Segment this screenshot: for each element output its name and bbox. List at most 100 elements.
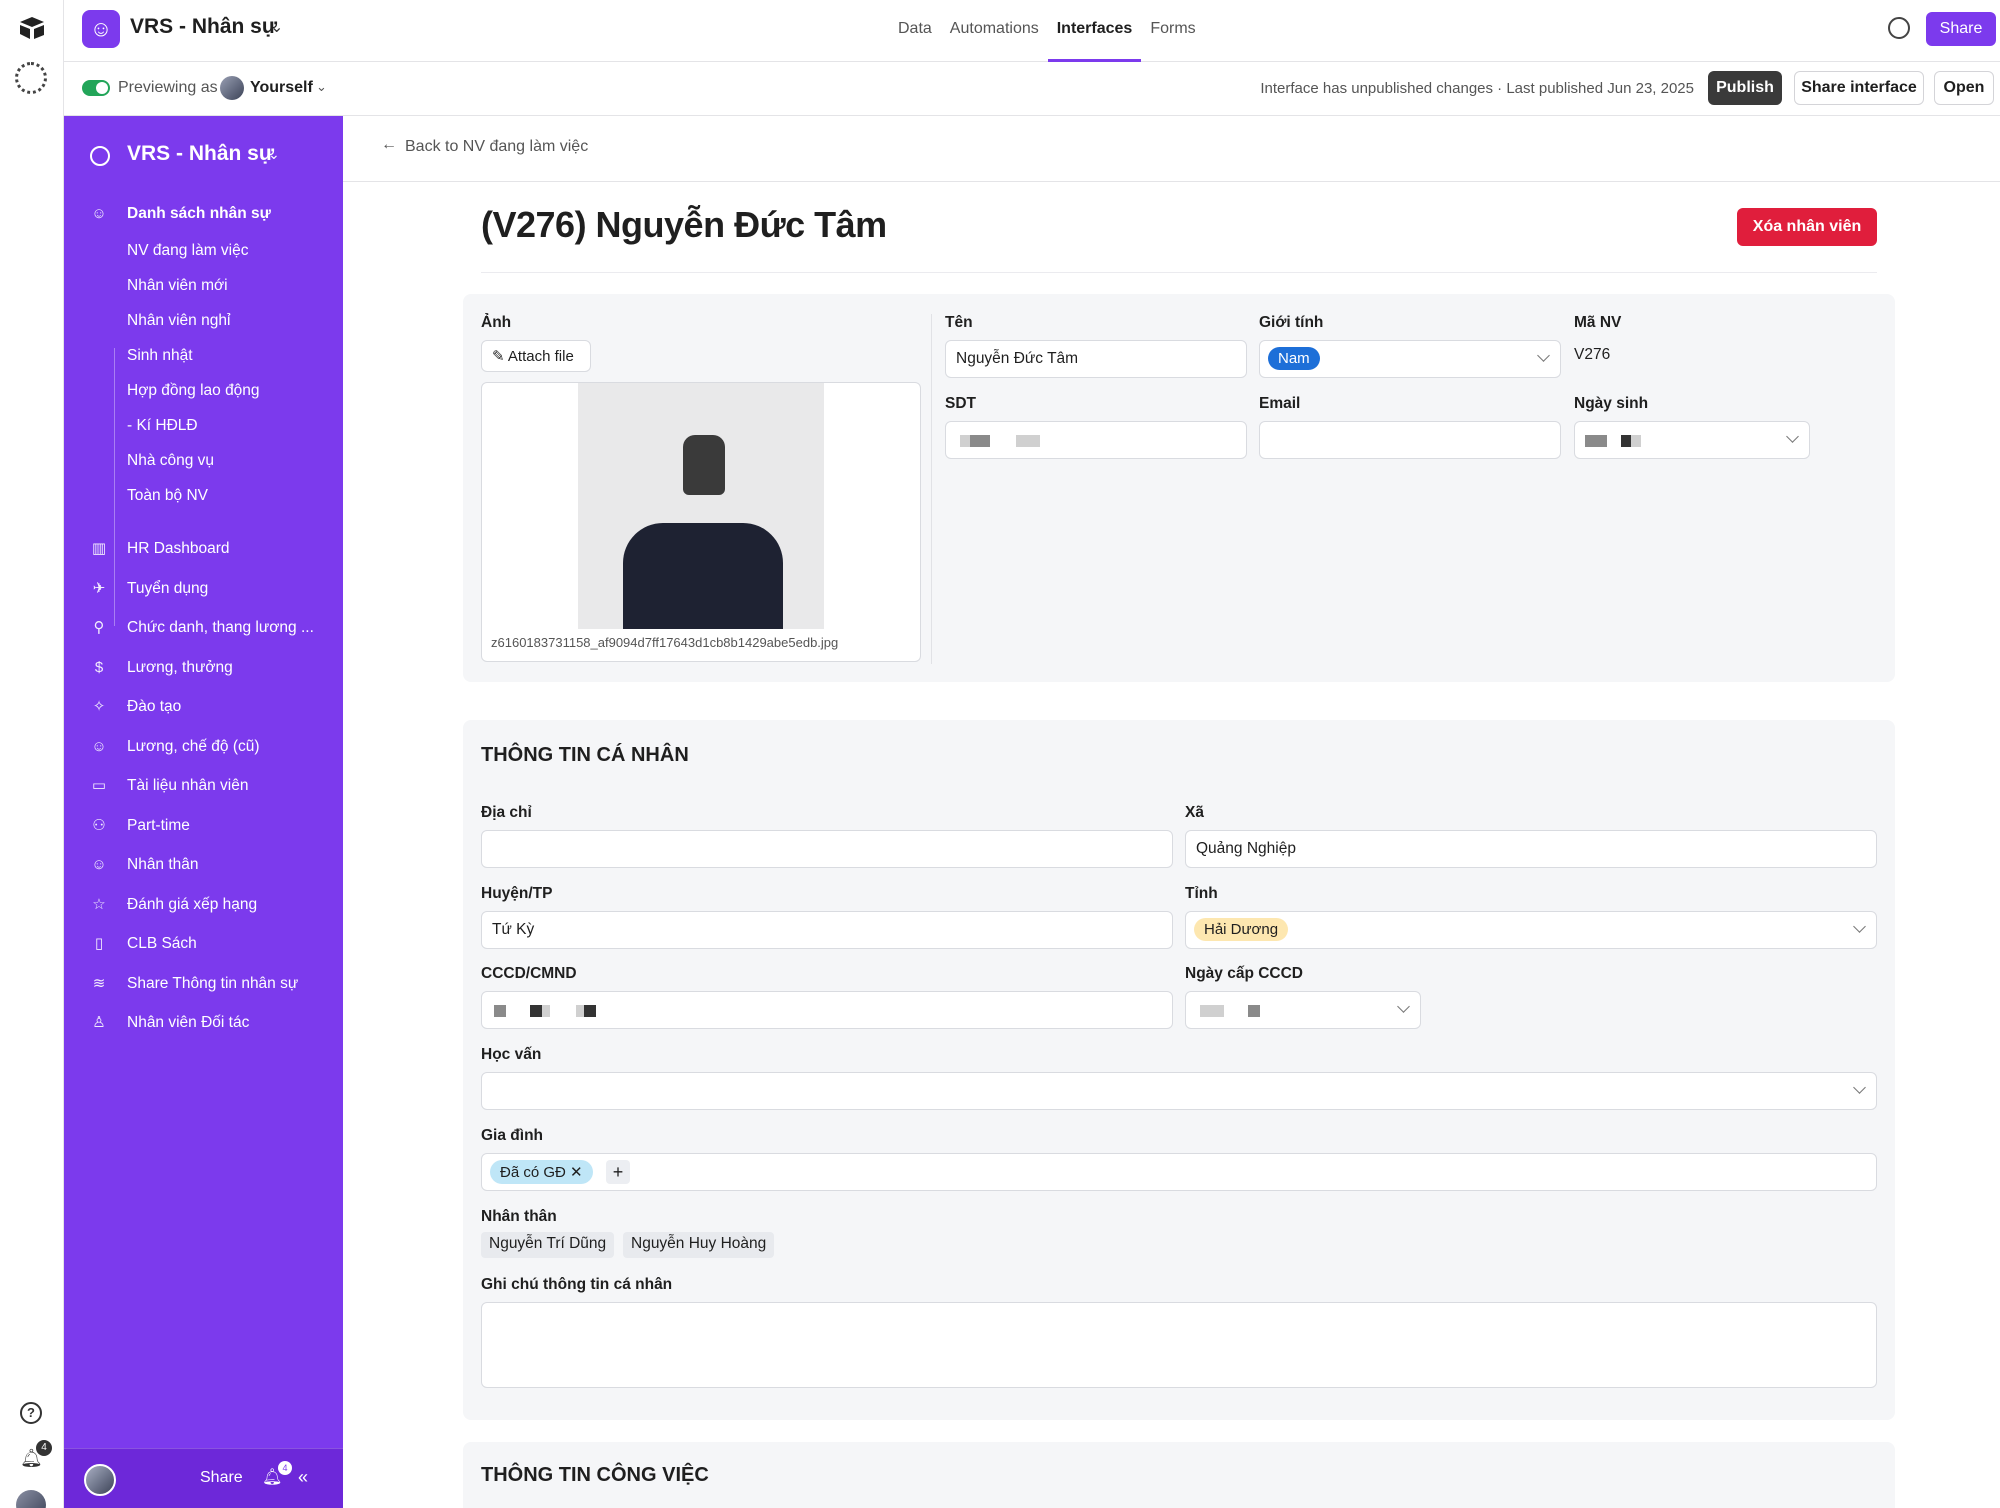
paperclip-icon: ✎︎ xyxy=(492,348,508,365)
help-icon[interactable]: ? xyxy=(20,1402,42,1424)
sidebar-item-label: Tuyển dụng xyxy=(127,580,209,597)
sidebar-share-button[interactable]: Share xyxy=(200,1469,243,1487)
airtable-logo-icon[interactable] xyxy=(18,16,46,40)
sidebar-item-label: Nhân viên Đối tác xyxy=(127,1014,250,1031)
sidebar-subitem[interactable]: Nhà công vụ xyxy=(127,452,214,470)
gender-label: Giới tính xyxy=(1259,314,1324,331)
collapse-sidebar-icon[interactable]: « xyxy=(298,1467,308,1488)
chevron-down-icon[interactable]: ⌄ xyxy=(270,17,283,37)
sidebar-item-share-thong-tin[interactable]: ≋ Share Thông tin nhân sự xyxy=(64,970,343,1000)
avatar[interactable] xyxy=(84,1464,116,1496)
relative-chip[interactable]: Nguyễn Trí Dũng xyxy=(481,1232,615,1258)
preview-user-select[interactable]: Yourself xyxy=(250,79,313,97)
sidebar-item-clb-sach[interactable]: ▯ CLB Sách xyxy=(64,930,343,960)
tab-automations[interactable]: Automations xyxy=(941,0,1048,62)
sidebar-item-label: Tài liệu nhân viên xyxy=(127,777,249,794)
sidebar-group-danh-sach-nhan-su[interactable]: ☺ Danh sách nhân sự xyxy=(64,200,343,230)
address-field[interactable] xyxy=(481,830,1173,868)
share-button[interactable]: Share xyxy=(1926,12,1996,46)
sidebar-item-label: Lương, thưởng xyxy=(127,659,233,676)
share-interface-button[interactable]: Share interface xyxy=(1794,71,1924,105)
sidebar-subitem[interactable]: Hợp đồng lao động xyxy=(127,382,260,400)
close-icon[interactable]: ✕ xyxy=(570,1164,583,1181)
chevron-down-icon xyxy=(1786,430,1799,443)
district-label: Huyện/TP xyxy=(481,885,553,902)
tab-forms[interactable]: Forms xyxy=(1141,0,1204,62)
notification-badge: 4 xyxy=(278,1461,292,1475)
education-label: Học vấn xyxy=(481,1046,542,1063)
sidebar-subitem[interactable]: Toàn bộ NV xyxy=(127,487,208,505)
tab-interfaces[interactable]: Interfaces xyxy=(1047,0,1142,62)
app-icon[interactable]: ☺ xyxy=(82,10,120,48)
sidebar-item-label: Lương, chế độ (cũ) xyxy=(127,738,260,755)
avatar[interactable] xyxy=(16,1490,46,1508)
notes-label: Ghi chú thông tin cá nhân xyxy=(481,1276,673,1293)
sidebar-item-nhan-vien-doi-tac[interactable]: ♙ Nhân viên Đối tác xyxy=(64,1009,343,1039)
redacted-text xyxy=(576,1005,584,1017)
id-date-select[interactable] xyxy=(1185,991,1421,1029)
smiley-icon: ☺ xyxy=(91,205,107,222)
record-detail: ← Back to NV đang làm việc (V276) Nguyễn… xyxy=(343,116,2000,1508)
sidebar-subitem[interactable]: Nhân viên nghỉ xyxy=(127,312,230,330)
redacted-text xyxy=(494,1005,506,1017)
chevron-down-icon[interactable]: ⌄ xyxy=(268,146,280,163)
top-bar: ☺ VRS - Nhân sự ⌄ Data Automations Inter… xyxy=(64,0,2000,62)
arrow-left-icon[interactable]: ← xyxy=(381,136,397,154)
email-field[interactable] xyxy=(1259,421,1561,459)
sidebar-item-label: Đánh giá xếp hạng xyxy=(127,896,258,913)
back-link[interactable]: Back to NV đang làm việc xyxy=(405,138,588,156)
gender-select[interactable]: Nam xyxy=(1259,340,1561,378)
sidebar-item-chuc-danh[interactable]: ⚲ Chức danh, thang lương ... xyxy=(64,614,343,644)
publish-button[interactable]: Publish xyxy=(1708,71,1782,105)
commune-field[interactable]: Quảng Nghiệp xyxy=(1185,830,1877,868)
family-field[interactable]: Đã có GĐ ✕ + xyxy=(481,1153,1877,1191)
dollar-icon: $ xyxy=(94,659,104,676)
id-field[interactable] xyxy=(481,991,1173,1029)
province-select[interactable]: Hải Dương xyxy=(1185,911,1877,949)
open-button[interactable]: Open xyxy=(1934,71,1994,105)
sidebar-item-dao-tao[interactable]: ✧ Đào tạo xyxy=(64,693,343,723)
tab-data[interactable]: Data xyxy=(889,0,941,62)
sidebar-item-label: Chức danh, thang lương ... xyxy=(127,619,314,636)
district-field[interactable]: Tứ Kỳ xyxy=(481,911,1173,949)
redacted-text xyxy=(970,435,990,447)
history-icon[interactable] xyxy=(1888,17,1910,39)
lightbulb-icon: ✧ xyxy=(92,698,106,715)
sidebar-item-luong-che-do-cu[interactable]: ☺ Lương, chế độ (cũ) xyxy=(64,733,343,763)
back-bar: ← Back to NV đang làm việc xyxy=(343,116,2000,182)
dob-select[interactable] xyxy=(1574,421,1810,459)
sidebar-item-danh-gia[interactable]: ☆ Đánh giá xếp hạng xyxy=(64,891,343,921)
sidebar-title[interactable]: VRS - Nhân sự xyxy=(127,142,274,166)
relative-chip[interactable]: Nguyễn Huy Hoàng xyxy=(623,1232,775,1258)
education-select[interactable] xyxy=(481,1072,1877,1110)
sidebar-subitem[interactable]: Sinh nhật xyxy=(127,347,193,365)
plus-icon[interactable]: + xyxy=(606,1160,630,1184)
app-rail: ? 🔔︎ 4 xyxy=(0,0,64,1508)
sidebar-item-part-time[interactable]: ⚇ Part-time xyxy=(64,812,343,842)
sidebar-item-tuyen-dung[interactable]: ✈ Tuyển dụng xyxy=(64,575,343,605)
chevron-down-icon[interactable]: ⌄ xyxy=(316,79,327,95)
sidebar-item-nhan-than[interactable]: ☺ Nhân thân xyxy=(64,851,343,881)
chevron-down-icon xyxy=(1853,920,1866,933)
smiley-icon: ☺ xyxy=(91,738,107,755)
sidebar-subitem[interactable]: - Kí HĐLĐ xyxy=(127,417,198,435)
phone-field[interactable] xyxy=(945,421,1247,459)
redacted-text xyxy=(530,1005,542,1017)
family-label: Gia đình xyxy=(481,1127,543,1144)
sidebar-item-label: Share Thông tin nhân sự xyxy=(127,975,299,992)
preview-toggle[interactable] xyxy=(82,80,110,96)
delete-employee-button[interactable]: Xóa nhân viên xyxy=(1737,208,1877,246)
name-field[interactable]: Nguyễn Đức Tâm xyxy=(945,340,1247,378)
plane-icon: ✈ xyxy=(92,580,106,597)
photo-attachment[interactable]: z6160183731158_af9094d7ff17643d1cb8b1429… xyxy=(481,382,921,662)
sidebar-subitem[interactable]: Nhân viên mới xyxy=(127,277,228,295)
app-name[interactable]: VRS - Nhân sự xyxy=(130,15,277,39)
sidebar-item-tai-lieu[interactable]: ▭ Tài liệu nhân viên xyxy=(64,772,343,802)
sidebar-item-luong-thuong[interactable]: $ Lương, thưởng xyxy=(64,654,343,684)
attach-file-button[interactable]: ✎︎ Attach file xyxy=(481,340,591,372)
sidebar-subitem[interactable]: NV đang làm việc xyxy=(127,242,248,260)
notes-textarea[interactable] xyxy=(481,1302,1877,1388)
sidebar-item-hr-dashboard[interactable]: ▥ HR Dashboard xyxy=(64,535,343,565)
previewing-as-label: Previewing as xyxy=(118,79,218,96)
photo-head xyxy=(683,435,725,495)
